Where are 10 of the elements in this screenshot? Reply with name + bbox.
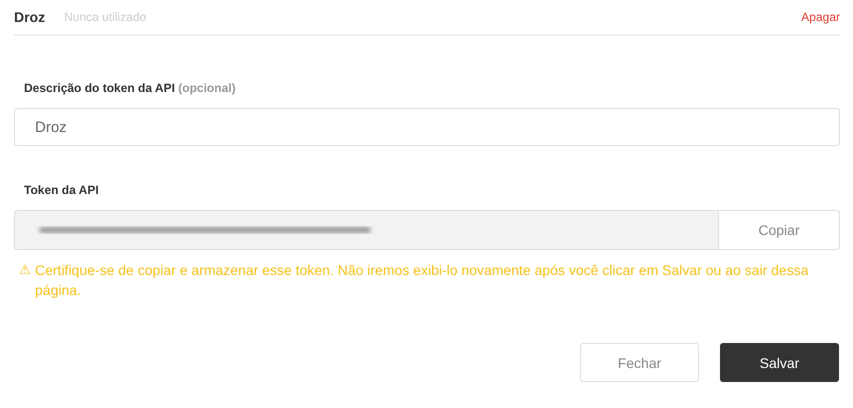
copy-button[interactable]: Copiar xyxy=(718,211,839,249)
warning-message: Certifique-se de copiar e armazenar esse token. Não iremos exibi-lo novamente após você clicar em Salvar ou ao sair dessa página. xyxy=(35,261,810,300)
close-button[interactable]: Fechar xyxy=(580,343,699,382)
description-field[interactable]: Droz xyxy=(14,108,840,146)
warning-icon: ⚠ xyxy=(19,260,31,300)
delete-link[interactable]: Apagar xyxy=(801,10,840,24)
token-name: Droz xyxy=(14,9,46,25)
save-button[interactable]: Salvar xyxy=(720,343,839,382)
token-label: Token da API xyxy=(24,183,100,197)
description-label: Descrição do token da API (opcional) xyxy=(24,81,237,95)
